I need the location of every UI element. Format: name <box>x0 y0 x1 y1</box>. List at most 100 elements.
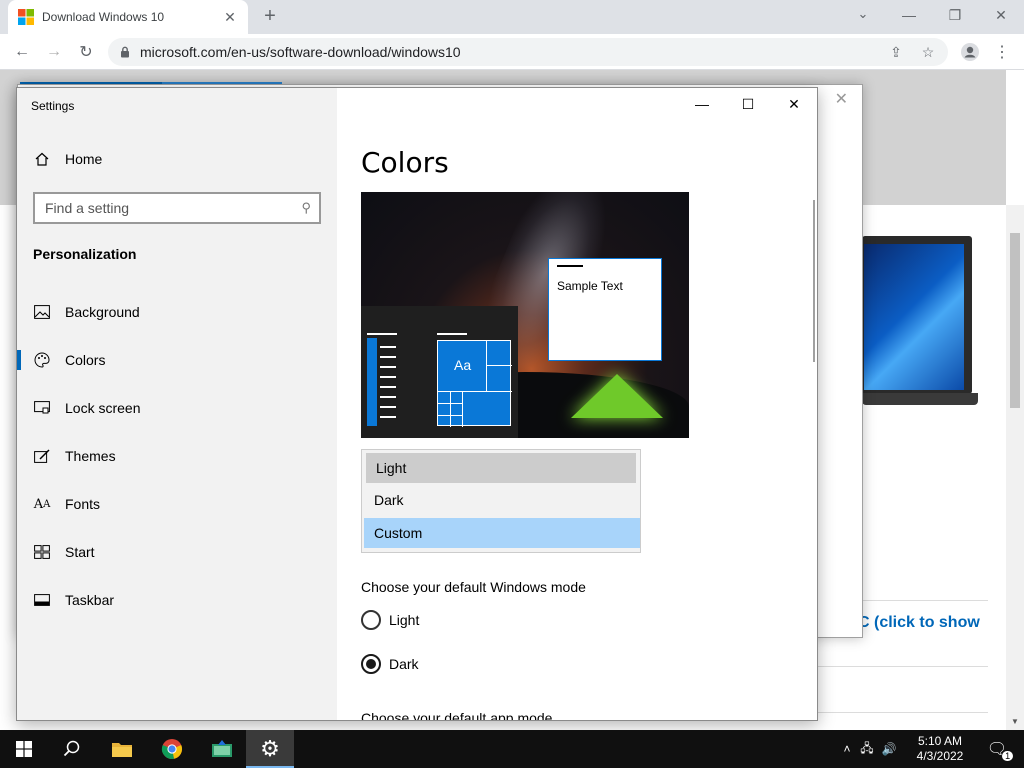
radio-circle[interactable] <box>361 610 381 630</box>
microsoft-logo-icon <box>18 9 34 25</box>
browser-tabstrip: Download Windows 10 ✕ + ⌄ — ❐ ✕ <box>0 0 1024 34</box>
bookmark-star-icon[interactable]: ☆ <box>918 42 938 62</box>
radio-label: Dark <box>389 656 419 672</box>
media-creation-tool-button[interactable] <box>198 730 246 768</box>
divider <box>818 666 988 667</box>
minimize-icon[interactable]: — <box>886 0 932 30</box>
lock-icon <box>121 46 129 58</box>
windows-mode-label: Choose your default Windows mode <box>361 579 586 595</box>
nav-item-fonts[interactable]: AA Fonts <box>17 480 337 528</box>
nav-item-start[interactable]: Start <box>17 528 337 576</box>
clock[interactable]: 5:10 AM 4/3/2022 <box>908 734 972 764</box>
radio-label: Light <box>389 612 420 628</box>
settings-window: Settings Home Find a setting ⚲ Personali… <box>16 87 818 721</box>
tab-title: Download Windows 10 <box>42 10 165 24</box>
preview-tile-text: Aa <box>454 357 472 373</box>
search-placeholder: Find a setting <box>45 200 130 216</box>
nav-label: Background <box>65 304 140 320</box>
new-tab-icon[interactable]: + <box>258 5 282 28</box>
tab-search-icon[interactable]: ⌄ <box>852 6 874 26</box>
settings-close-icon[interactable]: ✕ <box>771 88 817 120</box>
find-setting-input[interactable]: Find a setting ⚲ <box>33 192 321 224</box>
browser-tab[interactable]: Download Windows 10 ✕ <box>8 0 248 34</box>
url-text: microsoft.com/en-us/software-download/wi… <box>140 44 461 60</box>
notification-count: 1 <box>1002 751 1014 761</box>
color-option-dark[interactable]: Dark <box>364 485 640 515</box>
nav-label: Fonts <box>65 496 101 512</box>
scrollbar-thumb[interactable] <box>1010 233 1020 408</box>
back-icon[interactable]: ← <box>10 40 34 64</box>
nav-label: Colors <box>65 352 106 368</box>
search-button[interactable] <box>48 730 96 768</box>
restore-icon[interactable]: ❐ <box>932 0 978 30</box>
color-preview: Aa Sample Text <box>361 192 689 438</box>
windows-mode-light-radio[interactable]: Light <box>361 610 419 630</box>
divider <box>818 712 988 713</box>
action-center-button[interactable]: 🗨 1 <box>982 730 1014 768</box>
tray-expand-icon[interactable]: ˄ <box>838 742 856 756</box>
browser-toolbar: ← → ↻ microsoft.com/en-us/software-downl… <box>0 34 1024 70</box>
home-label: Home <box>65 151 103 167</box>
scroll-down-icon[interactable]: ▼ <box>1006 717 1024 726</box>
tent-graphic <box>571 374 663 418</box>
settings-scrollbar[interactable] <box>813 200 815 362</box>
preview-sample-text: Sample Text <box>557 279 623 293</box>
address-bar[interactable]: microsoft.com/en-us/software-download/wi… <box>108 38 948 66</box>
settings-taskbar-button[interactable]: ⚙ <box>246 730 294 768</box>
nav-label: Lock screen <box>65 400 141 416</box>
nav-label: Start <box>65 544 95 560</box>
windows-mode-dark-radio[interactable]: Dark <box>361 654 419 674</box>
start-button[interactable] <box>0 730 48 768</box>
folder-icon <box>112 743 132 757</box>
font-icon: AA <box>33 496 51 512</box>
tab-close-icon[interactable]: ✕ <box>222 9 238 26</box>
file-explorer-button[interactable] <box>98 730 146 768</box>
color-mode-dropdown[interactable]: Light Dark Custom <box>361 449 641 553</box>
windows-logo-icon <box>16 741 32 757</box>
nav-item-themes[interactable]: Themes <box>17 432 337 480</box>
app-mode-label: Choose your default app mode <box>361 710 553 721</box>
color-option-light[interactable]: Light <box>366 453 636 483</box>
settings-minimize-icon[interactable]: — <box>679 88 725 120</box>
reload-icon[interactable]: ↻ <box>74 40 98 64</box>
nav-item-colors[interactable]: Colors <box>17 336 337 384</box>
preview-start-menu: Aa <box>361 306 518 438</box>
download-link[interactable]: C (click to show <box>858 614 980 632</box>
color-option-custom[interactable]: Custom <box>364 518 640 548</box>
menu-icon[interactable]: ⋮ <box>990 40 1014 64</box>
settings-content: — ☐ ✕ Colors Aa Sample Text Light Dark C… <box>337 88 817 721</box>
home-icon <box>33 150 51 168</box>
profile-icon[interactable] <box>958 40 982 64</box>
nav-label: Taskbar <box>65 592 115 608</box>
palette-icon <box>33 351 51 369</box>
nav-label: Themes <box>65 448 116 464</box>
share-icon[interactable]: ⇪ <box>886 42 906 62</box>
page-scrollbar[interactable]: ▼ <box>1006 205 1024 730</box>
preview-tiles: Aa <box>437 340 512 427</box>
search-icon: ⚲ <box>301 200 311 215</box>
chrome-button[interactable] <box>148 730 196 768</box>
picture-icon <box>33 303 51 321</box>
lock-screen-icon <box>33 399 51 417</box>
dialog-close-icon[interactable]: ✕ <box>835 89 848 109</box>
nav-item-background[interactable]: Background <box>17 288 337 336</box>
settings-title: Settings <box>31 99 75 113</box>
nav-item-taskbar[interactable]: Taskbar <box>17 576 337 624</box>
taskbar: ⚙ ˄ 🖧 🔊 5:10 AM 4/3/2022 🗨 1 <box>0 730 1024 768</box>
brush-icon <box>33 447 51 465</box>
clock-date: 4/3/2022 <box>916 749 964 763</box>
settings-maximize-icon[interactable]: ☐ <box>725 88 771 120</box>
notification-icon: 🗨 1 <box>987 739 1014 761</box>
forward-icon[interactable]: → <box>42 40 66 64</box>
network-icon[interactable]: 🖧 <box>856 739 878 760</box>
settings-nav: Background Colors Lock screen Themes A A… <box>17 288 337 624</box>
home-link[interactable]: Home <box>33 150 102 168</box>
volume-icon[interactable]: 🔊 <box>878 742 900 756</box>
settings-sidebar: Settings Home Find a setting ⚲ Personali… <box>17 88 337 720</box>
nav-item-lock-screen[interactable]: Lock screen <box>17 384 337 432</box>
section-title: Personalization <box>33 246 137 262</box>
radio-circle-selected[interactable] <box>361 654 381 674</box>
page-title: Colors <box>361 146 449 179</box>
close-icon[interactable]: ✕ <box>978 0 1024 30</box>
taskbar-icon <box>33 591 51 609</box>
